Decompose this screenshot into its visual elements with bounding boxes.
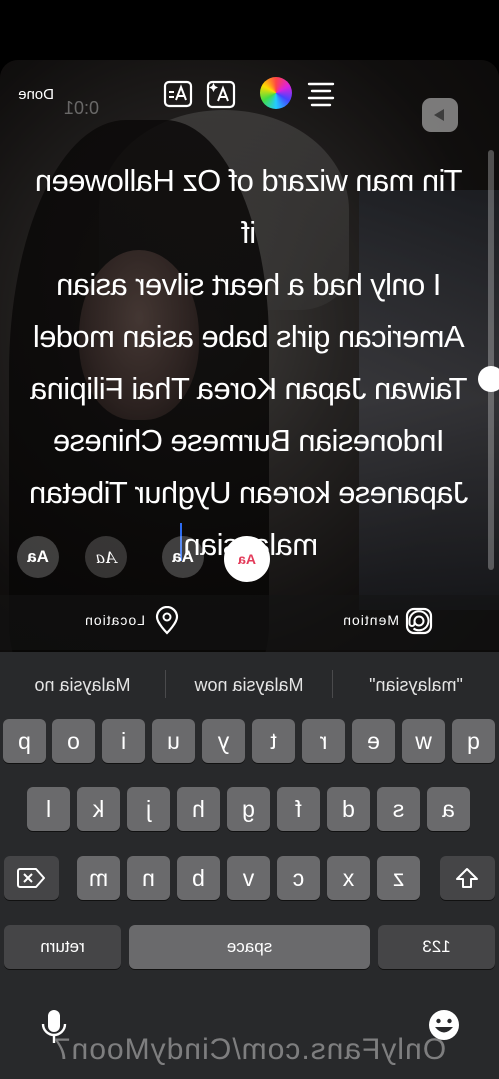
key[interactable]: c <box>277 856 320 900</box>
key[interactable]: g <box>227 787 270 831</box>
suggestion-divider <box>332 670 333 698</box>
timer-label: 0:01 <box>63 98 99 118</box>
font-style-script[interactable]: Aa <box>85 536 127 578</box>
key[interactable]: s <box>377 787 420 831</box>
key[interactable]: p <box>3 719 46 763</box>
backspace-key[interactable] <box>4 856 59 900</box>
caption-line: American girls babe asian model <box>33 319 465 354</box>
mirrored-view: Done 0:01 Tin man wizard of Oz Halloween… <box>0 0 499 1079</box>
key[interactable]: x <box>327 856 370 900</box>
font-style-selected[interactable]: Aa <box>224 536 270 582</box>
font-style-bold[interactable]: Aa <box>162 536 204 578</box>
key[interactable]: y <box>202 719 245 763</box>
key[interactable]: q <box>452 719 495 763</box>
space-key[interactable]: space <box>129 925 370 969</box>
key[interactable]: l <box>27 787 70 831</box>
key[interactable]: e <box>352 719 395 763</box>
caption-line: I only had a heart silver asian <box>56 267 442 302</box>
key[interactable]: t <box>252 719 295 763</box>
key[interactable]: z <box>377 856 420 900</box>
key[interactable]: j <box>127 787 170 831</box>
key[interactable]: h <box>177 787 220 831</box>
location-pin-icon[interactable] <box>152 605 182 636</box>
caption-line: Japanese korean Uyghur Tibetan <box>29 475 469 510</box>
font-style-heavy[interactable]: Aa <box>17 536 59 578</box>
caption-line: Taiwan Japan Korea Thai Filipina <box>30 371 468 406</box>
suggestion-divider <box>165 670 166 698</box>
suggestion-item[interactable]: "malaysian" <box>333 675 499 696</box>
text-effect-icon[interactable] <box>206 79 236 109</box>
suggestion-item[interactable]: Malaysia now <box>166 675 332 696</box>
shift-key[interactable] <box>440 856 495 900</box>
key[interactable]: o <box>52 719 95 763</box>
key[interactable]: w <box>402 719 445 763</box>
suggestion-item[interactable]: Malaysia no <box>0 675 165 696</box>
clip-icon[interactable] <box>421 97 459 133</box>
key[interactable]: r <box>302 719 345 763</box>
story-editor-screen: Done 0:01 Tin man wizard of Oz Halloween… <box>0 0 499 1079</box>
key[interactable]: u <box>152 719 195 763</box>
key[interactable]: m <box>77 856 120 900</box>
watermark-text: OnlyFans.com/CindyMoon7 <box>52 1033 447 1066</box>
key[interactable]: f <box>277 787 320 831</box>
text-size-slider-knob[interactable] <box>478 366 499 392</box>
text-align-icon[interactable] <box>306 79 336 109</box>
key[interactable]: k <box>77 787 120 831</box>
key[interactable]: v <box>227 856 270 900</box>
key[interactable]: b <box>177 856 220 900</box>
key[interactable]: n <box>127 856 170 900</box>
key[interactable]: d <box>327 787 370 831</box>
return-key[interactable]: return <box>4 925 121 969</box>
text-animation-icon[interactable] <box>163 79 193 109</box>
story-text-caption[interactable]: Tin man wizard of Oz Halloween if I only… <box>29 155 469 571</box>
mention-icon[interactable] <box>404 606 434 636</box>
key[interactable]: a <box>427 787 470 831</box>
numbers-key[interactable]: 123 <box>378 925 495 969</box>
caption-line: Tin man wizard of Oz Halloween if <box>35 163 463 250</box>
caption-line: Indonesian Burmese Chinese <box>53 423 445 458</box>
done-button[interactable]: Done <box>18 86 54 103</box>
text-size-slider[interactable] <box>488 150 494 570</box>
mention-label[interactable]: Mention <box>342 612 399 628</box>
location-label[interactable]: Location <box>84 612 145 628</box>
key[interactable]: i <box>102 719 145 763</box>
color-wheel-icon[interactable] <box>260 77 292 109</box>
